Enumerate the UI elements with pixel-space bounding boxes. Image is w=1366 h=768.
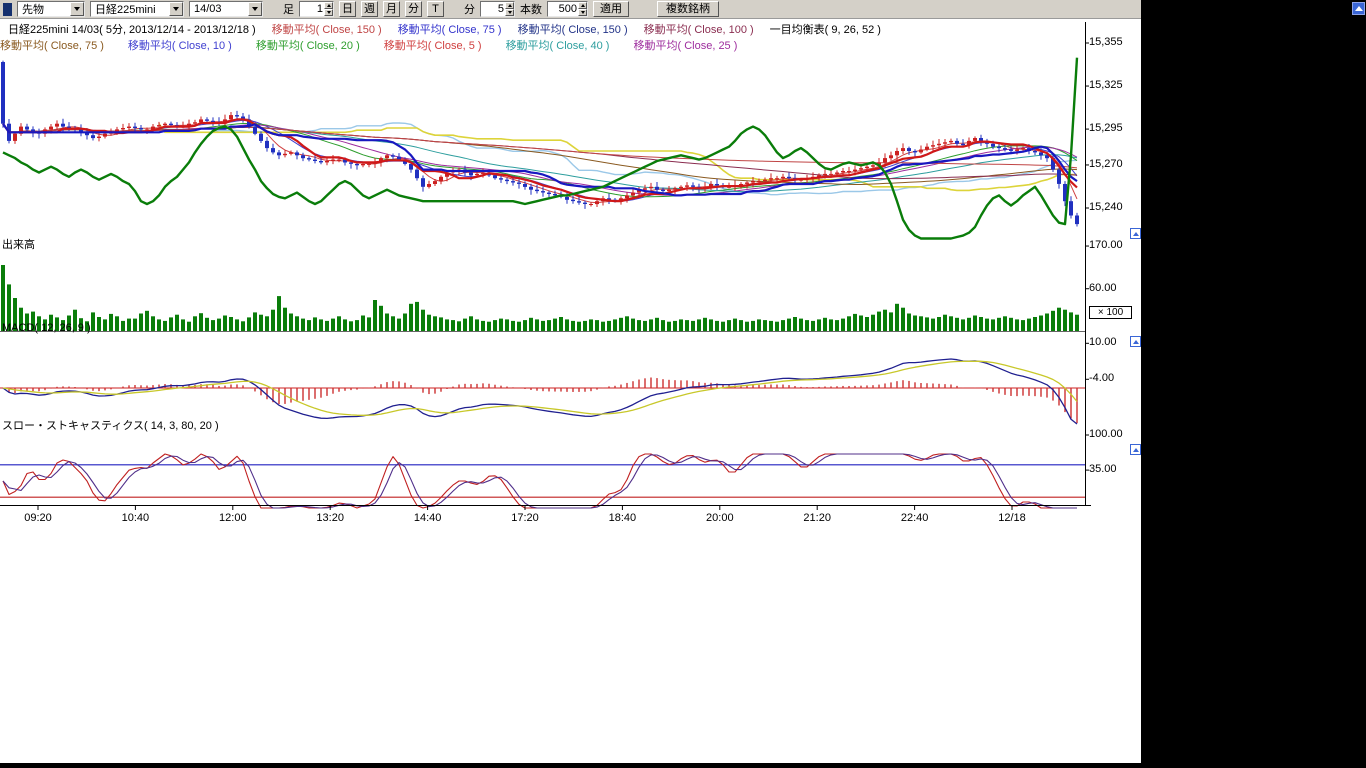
bars-spinner[interactable]	[578, 2, 587, 16]
symbol-select-value: 日経225mini	[91, 1, 169, 17]
scroll-up-button[interactable]	[1352, 2, 1365, 15]
spin-down-icon[interactable]	[324, 9, 333, 16]
contract-select-value: 14/03	[190, 3, 248, 15]
interval-input[interactable]	[300, 3, 324, 15]
market-select-dropdown-button[interactable]	[70, 2, 84, 16]
multi-symbol-button[interactable]: 複数銘柄	[657, 1, 719, 17]
chevron-down-icon	[252, 7, 258, 11]
chevron-up-icon	[1133, 340, 1139, 344]
spin-up-icon[interactable]	[578, 2, 587, 9]
symbol-select-dropdown-button[interactable]	[169, 2, 183, 16]
bar-tick-button[interactable]: T	[427, 1, 444, 17]
minute-input-box[interactable]	[480, 1, 515, 17]
apply-button[interactable]: 適用	[593, 1, 629, 17]
chevron-down-icon	[74, 7, 80, 11]
minute-input[interactable]	[481, 3, 505, 15]
volume-multiplier-box: × 100	[1089, 306, 1132, 319]
interval-input-box[interactable]	[299, 1, 334, 17]
bars-count-input[interactable]	[548, 3, 578, 15]
bottom-window-edge	[0, 763, 1366, 768]
trading-app-window: 先物 日経225mini 14/03 足 日 週 月 分 T 分 本数	[0, 0, 1366, 768]
toolbar: 先物 日経225mini 14/03 足 日 週 月 分 T 分 本数	[0, 0, 1141, 19]
symbol-select[interactable]: 日経225mini	[90, 1, 184, 17]
spin-up-icon[interactable]	[505, 2, 514, 9]
bar-weekly-button[interactable]: 週	[361, 1, 378, 17]
contract-select[interactable]: 14/03	[189, 1, 263, 17]
chevron-up-icon	[1133, 448, 1139, 452]
pane-scroll-button[interactable]	[1130, 336, 1141, 347]
bar-monthly-button[interactable]: 月	[383, 1, 400, 17]
market-select[interactable]: 先物	[17, 1, 85, 17]
spin-down-icon[interactable]	[505, 9, 514, 16]
arrow-up-icon	[1355, 6, 1363, 11]
bar-type-label: 足	[283, 1, 294, 17]
interval-spinner[interactable]	[324, 2, 333, 16]
market-select-value: 先物	[18, 1, 70, 17]
chevron-down-icon	[173, 7, 179, 11]
right-panel-background	[1141, 0, 1366, 768]
spin-down-icon[interactable]	[578, 9, 587, 16]
minute-label: 分	[464, 1, 475, 17]
chevron-up-icon	[1133, 232, 1139, 236]
price-volume-macd-stoch-chart[interactable]	[0, 19, 1141, 559]
bars-count-label: 本数	[520, 1, 542, 17]
pane-scroll-button[interactable]	[1130, 228, 1141, 239]
bars-count-input-box[interactable]	[547, 1, 588, 17]
bar-daily-button[interactable]: 日	[339, 1, 356, 17]
bar-minute-button[interactable]: 分	[405, 1, 422, 17]
spin-up-icon[interactable]	[324, 2, 333, 9]
app-icon	[3, 3, 12, 16]
contract-select-dropdown-button[interactable]	[248, 2, 262, 16]
minute-spinner[interactable]	[505, 2, 514, 16]
chart-panel[interactable]: 日経225mini 14/03( 5分, 2013/12/14 - 2013/1…	[0, 19, 1141, 763]
pane-scroll-button[interactable]	[1130, 444, 1141, 455]
